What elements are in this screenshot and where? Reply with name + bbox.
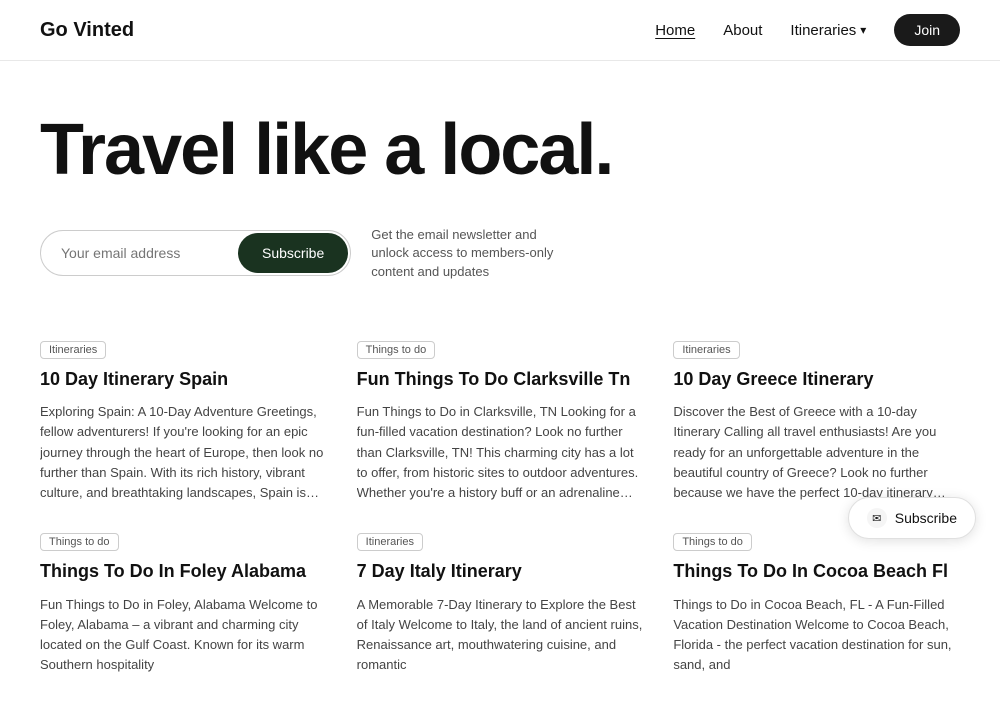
- join-button[interactable]: Join: [894, 14, 960, 46]
- header: Go Vinted Home About Itineraries ▾ Join: [0, 0, 1000, 61]
- card-excerpt: Things to Do in Cocoa Beach, FL - A Fun-…: [673, 595, 960, 676]
- card-excerpt: Discover the Best of Greece with a 10-da…: [673, 402, 960, 503]
- subscribe-form: Subscribe: [40, 230, 351, 276]
- nav-itineraries-label: Itineraries: [790, 22, 856, 39]
- email-input[interactable]: [41, 233, 236, 273]
- card[interactable]: Things to do Things To Do In Foley Alaba…: [40, 533, 327, 675]
- card[interactable]: Things to do Things To Do In Cocoa Beach…: [673, 533, 960, 675]
- card-excerpt: Exploring Spain: A 10-Day Adventure Gree…: [40, 402, 327, 503]
- card-tag: Itineraries: [40, 341, 106, 359]
- chevron-down-icon: ▾: [860, 23, 866, 37]
- card-tag: Things to do: [357, 341, 436, 359]
- subscribe-description: Get the email newsletter and unlock acce…: [371, 226, 571, 281]
- card[interactable]: Itineraries 10 Day Itinerary Spain Explo…: [40, 341, 327, 503]
- cards-grid: Itineraries 10 Day Itinerary Spain Explo…: [40, 341, 960, 675]
- nav-about[interactable]: About: [723, 22, 762, 39]
- subscribe-widget-label: Subscribe: [895, 510, 957, 526]
- card-excerpt: Fun Things to Do in Clarksville, TN Look…: [357, 402, 644, 503]
- subscribe-widget[interactable]: ✉ Subscribe: [848, 497, 976, 539]
- card-title: 10 Day Itinerary Spain: [40, 369, 327, 391]
- card-title: 10 Day Greece Itinerary: [673, 369, 960, 391]
- hero-section: Travel like a local. Subscribe Get the e…: [0, 61, 1000, 321]
- subscribe-button[interactable]: Subscribe: [238, 233, 348, 273]
- subscribe-row: Subscribe Get the email newsletter and u…: [40, 226, 960, 281]
- card-title: 7 Day Italy Itinerary: [357, 561, 644, 583]
- card-tag: Itineraries: [673, 341, 739, 359]
- card-tag: Itineraries: [357, 533, 423, 551]
- subscribe-widget-icon: ✉: [867, 508, 887, 528]
- card[interactable]: Itineraries 7 Day Italy Itinerary A Memo…: [357, 533, 644, 675]
- card-title: Things To Do In Cocoa Beach Fl: [673, 561, 960, 583]
- card-excerpt: A Memorable 7-Day Itinerary to Explore t…: [357, 595, 644, 676]
- nav-itineraries[interactable]: Itineraries ▾: [790, 22, 866, 39]
- card-tag: Things to do: [673, 533, 752, 551]
- card-tag: Things to do: [40, 533, 119, 551]
- card[interactable]: Things to do Fun Things To Do Clarksvill…: [357, 341, 644, 503]
- card[interactable]: Itineraries 10 Day Greece Itinerary Disc…: [673, 341, 960, 503]
- site-logo: Go Vinted: [40, 19, 134, 42]
- card-excerpt: Fun Things to Do in Foley, Alabama Welco…: [40, 595, 327, 676]
- main-nav: Home About Itineraries ▾ Join: [655, 14, 960, 46]
- nav-home[interactable]: Home: [655, 22, 695, 39]
- card-title: Things To Do In Foley Alabama: [40, 561, 327, 583]
- card-title: Fun Things To Do Clarksville Tn: [357, 369, 644, 391]
- hero-title: Travel like a local.: [40, 111, 960, 190]
